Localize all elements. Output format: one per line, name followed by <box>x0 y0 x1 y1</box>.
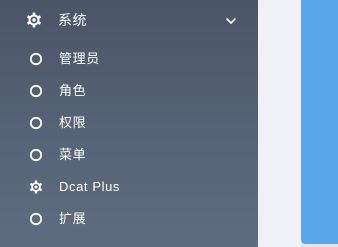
circle-icon <box>29 148 43 162</box>
gear-icon <box>26 12 42 28</box>
menu-group-system[interactable]: 系统 <box>0 0 258 40</box>
sidebar-item-label: 管理员 <box>59 51 100 66</box>
circle-icon <box>29 116 43 130</box>
sidebar: 系统 管理员 角色 权限 菜单 Dcat Plus 扩展 <box>0 0 258 247</box>
circle-icon <box>29 52 43 66</box>
circle-icon <box>29 84 43 98</box>
page-background <box>258 0 301 247</box>
circle-icon <box>29 212 43 226</box>
sidebar-item-extensions[interactable]: 扩展 <box>0 203 258 235</box>
content-panel <box>301 0 338 244</box>
sidebar-item-roles[interactable]: 角色 <box>0 75 258 107</box>
sidebar-item-permissions[interactable]: 权限 <box>0 107 258 139</box>
sidebar-item-dcat-plus[interactable]: Dcat Plus <box>0 171 258 203</box>
chevron-down-icon <box>225 14 237 26</box>
sidebar-item-label: 扩展 <box>59 211 87 226</box>
menu-group-label: 系统 <box>58 12 87 28</box>
sidebar-item-label: 菜单 <box>59 147 87 162</box>
sidebar-item-label: Dcat Plus <box>59 179 121 194</box>
sidebar-item-label: 角色 <box>59 83 87 98</box>
sidebar-item-menu[interactable]: 菜单 <box>0 139 258 171</box>
sidebar-item-label: 权限 <box>59 115 87 130</box>
gear-icon <box>29 180 43 194</box>
sidebar-item-admins[interactable]: 管理员 <box>0 43 258 75</box>
